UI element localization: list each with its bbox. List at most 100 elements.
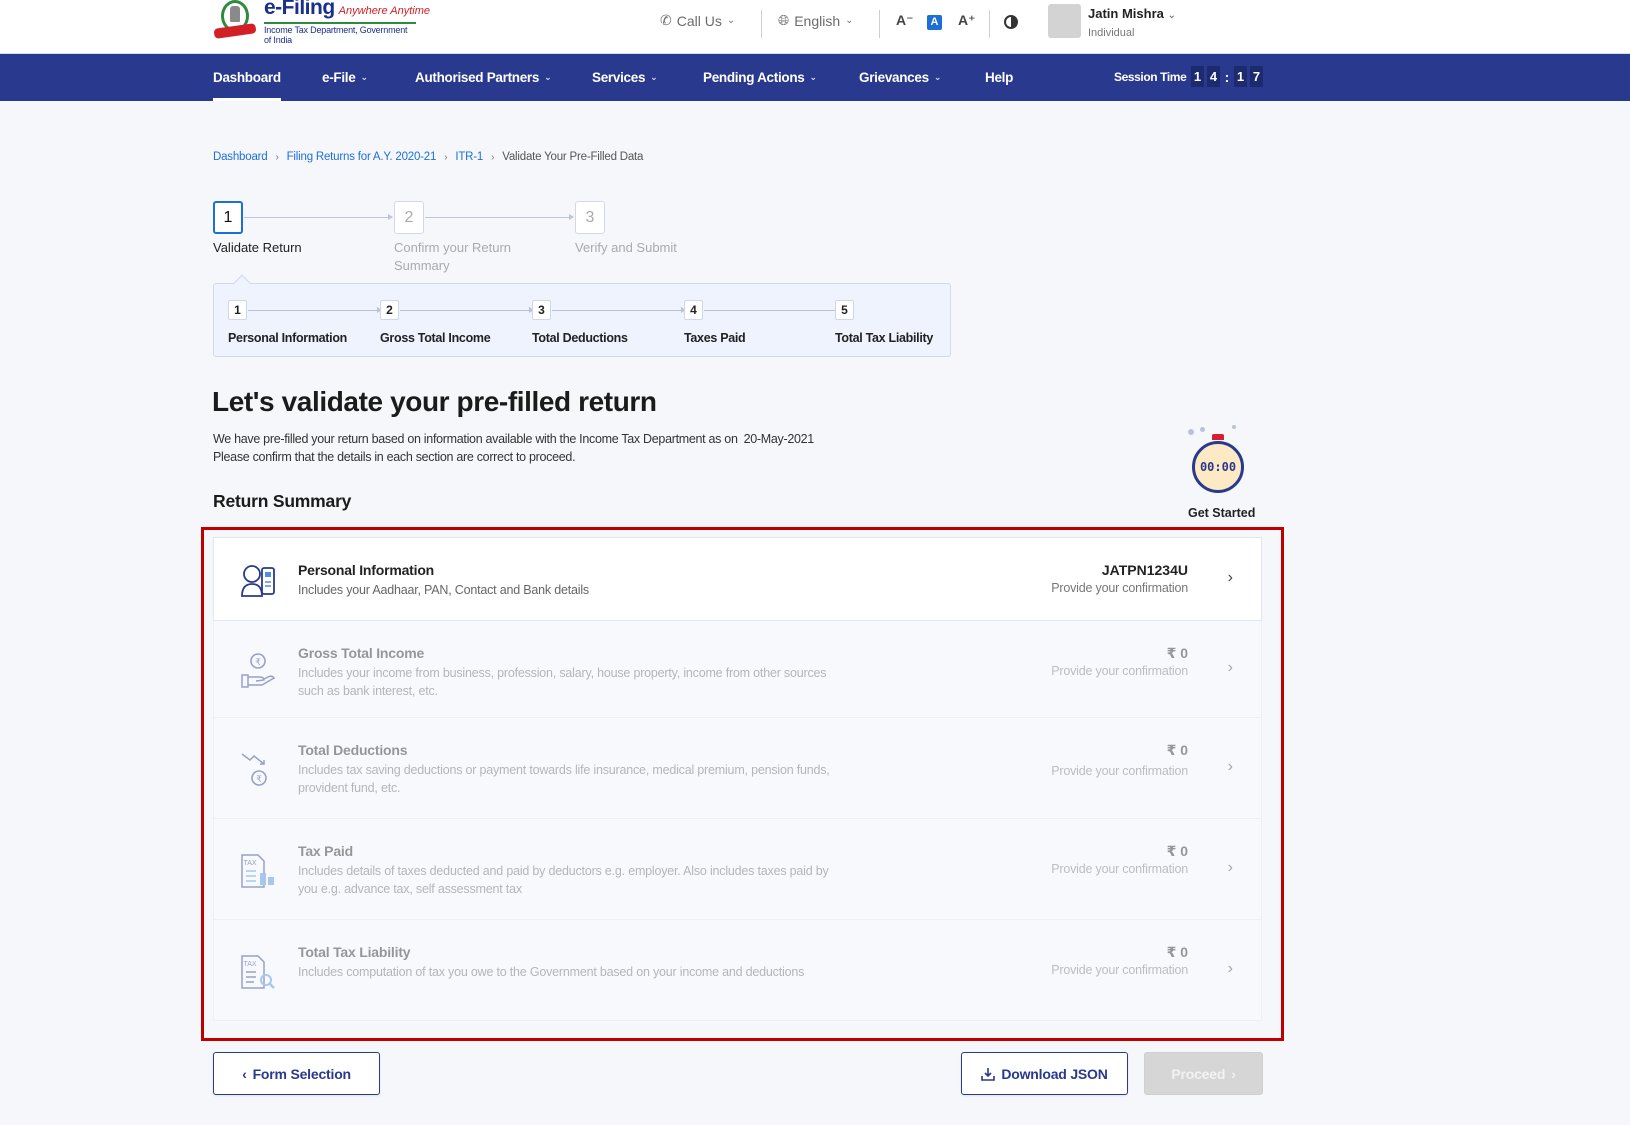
income-amount: ₹ 0 [1166, 645, 1188, 661]
substep-number: 2 [380, 300, 399, 320]
substep-label: Taxes Paid [684, 331, 746, 345]
intro-text: We have pre-filled your return based on … [213, 430, 814, 466]
emblem-icon [212, 0, 258, 42]
nav-label: Services [592, 70, 646, 85]
chevron-right-icon[interactable]: › [1228, 758, 1233, 776]
language-dropdown[interactable]: 🌐︎ English ⌄ [778, 12, 854, 29]
page-title: Let's validate your pre-filled return [212, 386, 657, 417]
substep-number: 3 [532, 300, 551, 320]
download-json-button[interactable]: Download JSON [961, 1052, 1128, 1095]
summary-card-total-deductions[interactable]: ₹ Total Deductions Includes tax saving d… [213, 718, 1262, 819]
card-title: Tax Paid [298, 843, 353, 859]
logo-subtitle: Income Tax Department, Government of Ind… [264, 22, 416, 45]
return-summary-heading: Return Summary [213, 491, 352, 511]
call-us-label: Call Us [676, 12, 722, 29]
intro-line-1: We have pre-filled your return based on … [213, 432, 738, 446]
nav-pending-actions[interactable]: Pending Actions ⌄ [703, 54, 817, 101]
hand-rupee-icon: ₹ [241, 653, 276, 688]
nav-grievances[interactable]: Grievances ⌄ [859, 54, 941, 101]
chevron-down-icon: ⌄ [809, 72, 818, 82]
card-description: Includes your income from business, prof… [298, 666, 827, 698]
step-1-number: 1 [213, 201, 243, 234]
step-1-label: Validate Return [213, 240, 302, 255]
chevron-right-icon[interactable]: › [1228, 659, 1233, 677]
chevron-down-icon: ⌄ [650, 72, 658, 82]
card-status: Provide your confirmation [1051, 764, 1188, 778]
chevron-down-icon: ⌄ [1167, 10, 1176, 21]
nav-services[interactable]: Services ⌄ [592, 54, 658, 101]
nav-dashboard[interactable]: Dashboard [213, 54, 281, 101]
card-title: Total Tax Liability [298, 944, 411, 960]
main-nav: Dashboard e-File ⌄ Authorised Partners ⌄ S… [0, 54, 1630, 101]
proceed-button[interactable]: Proceed › [1144, 1052, 1263, 1095]
chevron-right-icon[interactable]: › [1228, 569, 1233, 587]
step-2-label: Confirm your Return Summary [394, 240, 512, 273]
card-description: Includes computation of tax you owe to t… [298, 965, 805, 979]
chevron-right-icon[interactable]: › [1228, 960, 1233, 978]
chevron-down-icon: ⌄ [933, 72, 942, 82]
chevron-right-icon: › [275, 151, 279, 163]
form-selection-button[interactable]: ‹ Form Selection [213, 1052, 380, 1095]
increase-font-button[interactable]: A⁺ [958, 12, 976, 29]
svg-text:₹: ₹ [256, 774, 262, 784]
default-font-button[interactable]: A [927, 15, 942, 30]
get-started-link[interactable]: Get Started [1188, 506, 1255, 520]
card-status: Provide your confirmation [1051, 581, 1188, 595]
nav-authorised-partners[interactable]: Authorised Partners ⌄ [415, 54, 552, 101]
intro-line-2: Please confirm that the details in each … [213, 450, 576, 464]
svg-text:₹: ₹ [255, 657, 261, 667]
nav-help[interactable]: Help [985, 54, 1013, 101]
logo-title: e-Filing [264, 0, 335, 19]
divider [761, 10, 762, 38]
nav-efile[interactable]: e-File ⌄ [322, 54, 368, 101]
validation-substeps: 1 2 3 4 5 Personal Information Gross Tot… [213, 283, 951, 357]
deduction-icon: ₹ [241, 753, 267, 786]
tax-liability-amount: ₹ 0 [1166, 944, 1188, 960]
substep-label: Total Tax Liability [835, 331, 934, 345]
user-role: Individual [1088, 27, 1135, 39]
user-menu[interactable]: Jatin Mishra ⌄ [1088, 6, 1176, 21]
step-connector [425, 214, 574, 220]
decrease-font-button[interactable]: A⁻ [896, 12, 914, 29]
summary-card-tax-paid[interactable]: TAX Tax Paid Includes details of taxes d… [213, 819, 1262, 920]
breadcrumb-itr1[interactable]: ITR-1 [455, 151, 483, 163]
button-label: Proceed [1171, 1065, 1226, 1082]
summary-card-gross-total-income[interactable]: ₹ Gross Total Income Includes your incom… [213, 621, 1262, 718]
language-label: English [794, 12, 841, 29]
breadcrumb-dashboard[interactable]: Dashboard [213, 151, 268, 163]
substep-number: 1 [228, 300, 247, 320]
chevron-down-icon: ⌄ [360, 72, 368, 82]
deductions-amount: ₹ 0 [1166, 742, 1188, 758]
efiling-logo[interactable]: e-Filing Anywhere Anytime Income Tax Depa… [212, 0, 430, 45]
breadcrumb-filing-returns[interactable]: Filing Returns for A.Y. 2020-21 [287, 151, 437, 163]
chevron-right-icon: › [444, 151, 448, 163]
step-3-number: 3 [575, 201, 605, 234]
stopwatch-icon[interactable]: 00:00 [1186, 425, 1256, 495]
summary-card-total-tax-liability[interactable]: TAX Total Tax Liability Includes computa… [213, 920, 1262, 1021]
card-title: Personal Information [298, 562, 435, 578]
nav-label: Pending Actions [703, 70, 805, 85]
divider [879, 10, 880, 38]
summary-card-personal-information[interactable]: Personal Information Includes your Aadha… [213, 537, 1262, 621]
chevron-down-icon: ⌄ [544, 72, 552, 82]
session-digit: 7 [1250, 66, 1263, 87]
nav-label: Help [985, 70, 1014, 85]
breadcrumb: Dashboard › Filing Returns for A.Y. 2020… [213, 151, 643, 163]
session-time-label: Session Time [1114, 70, 1187, 84]
button-label: Form Selection [252, 1065, 352, 1082]
call-us-dropdown[interactable]: ✆ Call Us ⌄ [660, 12, 735, 29]
substep-connector [400, 307, 534, 313]
session-digit: 4 [1207, 66, 1220, 87]
chevron-right-icon[interactable]: › [1228, 859, 1233, 877]
step-connector [244, 214, 393, 220]
phone-icon: ✆ [660, 12, 672, 28]
nav-label: Grievances [859, 70, 929, 85]
pan-number: JATPN1234U [1101, 562, 1188, 578]
avatar[interactable] [1048, 4, 1081, 38]
session-timer: 1 4 : 1 7 [1191, 66, 1263, 87]
top-header: e-Filing Anywhere Anytime Income Tax Depa… [0, 0, 1630, 54]
svg-text:TAX: TAX [243, 860, 256, 867]
return-summary-list: Personal Information Includes your Aadha… [213, 537, 1262, 1021]
contrast-toggle-icon[interactable] [1004, 15, 1018, 29]
card-description: Includes your Aadhaar, PAN, Contact and … [298, 583, 589, 597]
